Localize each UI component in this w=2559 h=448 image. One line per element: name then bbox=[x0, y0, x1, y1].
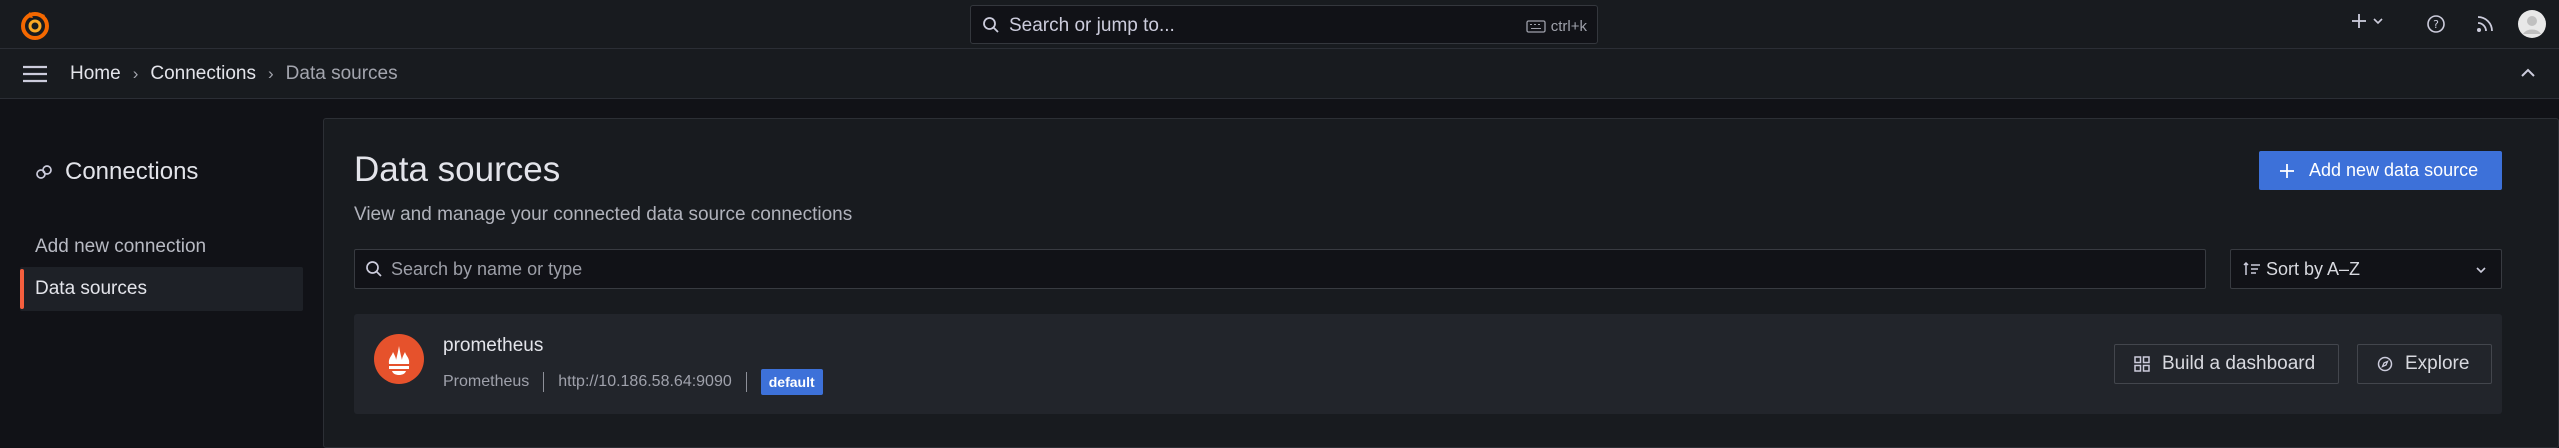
breadcrumb-connections[interactable]: Connections bbox=[150, 63, 256, 85]
page-title: Data sources bbox=[354, 150, 561, 189]
plus-icon bbox=[2350, 12, 2368, 30]
breadcrumb-home[interactable]: Home bbox=[70, 63, 121, 85]
divider bbox=[543, 372, 545, 392]
section-nav-title: Connections bbox=[35, 158, 198, 186]
data-source-name[interactable]: prometheus bbox=[443, 335, 543, 357]
divider bbox=[745, 372, 747, 392]
data-source-search-input[interactable]: Search by name or type bbox=[354, 249, 2206, 289]
sort-icon bbox=[2243, 262, 2261, 276]
section-nav: Connections Add new connection Data sour… bbox=[0, 99, 322, 433]
search-shortcut: ctrl+k bbox=[1526, 18, 1587, 35]
data-source-url: http://10.186.58.64:9090 bbox=[558, 373, 732, 390]
chevron-up-icon[interactable] bbox=[2520, 67, 2536, 79]
add-new-data-source-label: Add new data source bbox=[2309, 160, 2479, 180]
compass-icon bbox=[2377, 356, 2393, 372]
top-bar: Search or jump to... ctrl+k ? bbox=[0, 0, 2559, 49]
breadcrumb-separator: › bbox=[132, 64, 139, 83]
breadcrumb: Home › Connections › Data sources bbox=[70, 63, 398, 85]
chevron-down-icon bbox=[2475, 265, 2487, 275]
apps-icon bbox=[2134, 356, 2150, 372]
search-placeholder: Search by name or type bbox=[391, 259, 583, 279]
sort-select[interactable]: Sort by A–Z bbox=[2230, 249, 2502, 289]
search-icon bbox=[982, 16, 1000, 34]
explore-label: Explore bbox=[2405, 353, 2470, 374]
prometheus-logo-icon bbox=[374, 334, 424, 384]
global-search-input[interactable]: Search or jump to... ctrl+k bbox=[970, 5, 1598, 44]
sidebar-item-data-sources[interactable]: Data sources bbox=[20, 267, 303, 311]
build-dashboard-label: Build a dashboard bbox=[2162, 353, 2316, 374]
list-item[interactable]: prometheus Prometheus http://10.186.58.6… bbox=[354, 314, 2502, 414]
build-dashboard-button[interactable]: Build a dashboard bbox=[2114, 344, 2339, 384]
sort-label: Sort by A–Z bbox=[2266, 259, 2361, 279]
sidebar-item-add-new-connection[interactable]: Add new connection bbox=[20, 225, 303, 269]
chevron-down-icon bbox=[2372, 15, 2384, 27]
search-icon bbox=[365, 260, 383, 278]
svg-text:?: ? bbox=[2433, 18, 2439, 31]
section-nav-title-text: Connections bbox=[65, 158, 199, 185]
main-content: Data sources View and manage your connec… bbox=[323, 118, 2559, 448]
page-subtitle: View and manage your connected data sour… bbox=[354, 204, 853, 225]
plus-icon bbox=[2279, 163, 2295, 179]
rss-icon[interactable] bbox=[2475, 14, 2495, 34]
hamburger-menu-icon[interactable] bbox=[22, 65, 48, 83]
search-placeholder: Search or jump to... bbox=[1009, 15, 1175, 36]
connections-icon bbox=[35, 163, 53, 181]
grafana-logo-icon[interactable] bbox=[19, 9, 51, 41]
breadcrumb-bar: Home › Connections › Data sources bbox=[0, 49, 2559, 99]
default-badge: default bbox=[760, 369, 823, 395]
breadcrumb-data-sources: Data sources bbox=[285, 63, 398, 84]
explore-button[interactable]: Explore bbox=[2357, 344, 2492, 384]
keyboard-icon bbox=[1526, 20, 1546, 33]
breadcrumb-separator: › bbox=[267, 64, 274, 83]
data-source-meta: Prometheus http://10.186.58.64:9090 defa… bbox=[443, 369, 823, 395]
data-source-type: Prometheus bbox=[443, 373, 530, 390]
shortcut-label: ctrl+k bbox=[1550, 18, 1587, 35]
new-menu-button[interactable] bbox=[2350, 12, 2384, 30]
add-new-data-source-button[interactable]: Add new data source bbox=[2259, 151, 2502, 190]
avatar[interactable] bbox=[2518, 10, 2546, 38]
help-icon[interactable]: ? bbox=[2426, 14, 2446, 34]
